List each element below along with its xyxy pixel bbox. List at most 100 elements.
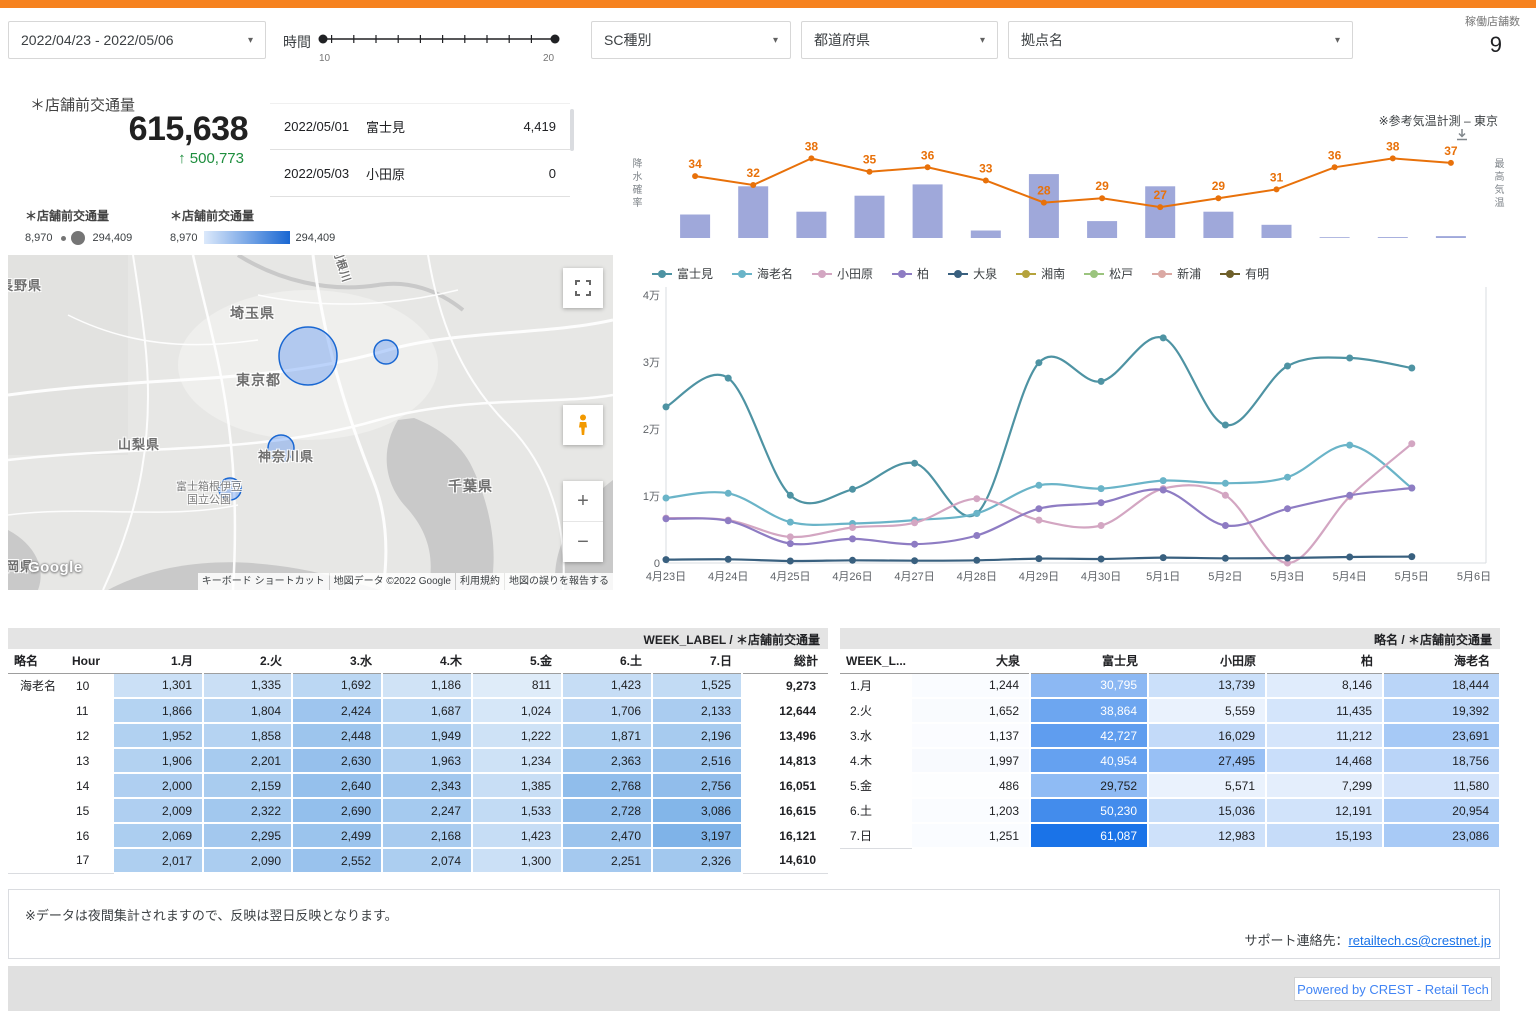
temp-label: 29 bbox=[1212, 179, 1226, 193]
powered-by-button[interactable]: Powered by CREST - Retail Tech bbox=[1294, 977, 1492, 1001]
zoom-in-button[interactable]: + bbox=[563, 481, 603, 521]
heatmap-cell: 23,086 bbox=[1383, 823, 1500, 848]
data-point bbox=[1408, 485, 1415, 492]
heatmap-cell: 5,571 bbox=[1148, 773, 1266, 798]
heatmap-cell: 5,559 bbox=[1148, 698, 1266, 723]
slider-handle-max[interactable] bbox=[551, 35, 560, 44]
heatmap-cell: 2,326 bbox=[652, 848, 742, 873]
heatmap-cell: 15,036 bbox=[1148, 798, 1266, 823]
heatmap-cell: 486 bbox=[912, 773, 1030, 798]
data-point bbox=[663, 495, 670, 502]
column-header[interactable]: 総計 bbox=[742, 649, 828, 673]
time-slider-filter[interactable]: 時間 10 20 bbox=[283, 21, 583, 67]
column-header[interactable]: 4.木 bbox=[382, 649, 472, 673]
column-header[interactable]: 柏 bbox=[1266, 649, 1383, 673]
heatmap-cell: 1,423 bbox=[562, 673, 652, 698]
heatmap-cell: 2,470 bbox=[562, 823, 652, 848]
group-label-cell bbox=[8, 823, 66, 848]
column-header[interactable]: 3.水 bbox=[292, 649, 382, 673]
group-label-cell bbox=[8, 798, 66, 823]
fullscreen-button[interactable] bbox=[563, 268, 603, 308]
data-point bbox=[1160, 334, 1167, 341]
row-label-cell: 1.月 bbox=[840, 673, 912, 698]
heatmap-cell: 1,137 bbox=[912, 723, 1030, 748]
prefecture-filter[interactable]: 都道府県 ▾ bbox=[801, 21, 998, 59]
column-header[interactable]: 小田原 bbox=[1148, 649, 1266, 673]
data-point bbox=[787, 492, 794, 499]
temp-point bbox=[1215, 195, 1221, 201]
scrollbar[interactable] bbox=[570, 109, 574, 151]
dashboard: 2022/04/23 - 2022/05/06 ▾ 時間 10 20 SC種別 … bbox=[0, 0, 1536, 1017]
column-header[interactable]: 海老名 bbox=[1383, 649, 1500, 673]
heatmap-cell: 2,363 bbox=[562, 748, 652, 773]
store-daily-table: 2022/05/01富士見4,4192022/05/03小田原0 bbox=[270, 103, 570, 197]
data-point bbox=[1222, 492, 1229, 499]
heatmap-cell: 2,756 bbox=[652, 773, 742, 798]
column-header[interactable]: 5.金 bbox=[472, 649, 562, 673]
store-bubble[interactable] bbox=[268, 435, 294, 461]
precip-bar bbox=[1320, 237, 1350, 238]
powered-by-label: Powered by CREST - Retail Tech bbox=[1297, 982, 1489, 997]
temp-point bbox=[1448, 160, 1454, 166]
data-point bbox=[1098, 499, 1105, 506]
chevron-down-icon: ▾ bbox=[980, 35, 985, 46]
top-accent-bar bbox=[0, 0, 1536, 8]
heatmap-cell: 1,949 bbox=[382, 723, 472, 748]
heatmap-cell: 7,299 bbox=[1266, 773, 1383, 798]
heatmap-cell: 2,768 bbox=[562, 773, 652, 798]
sc-type-filter[interactable]: SC種別 ▾ bbox=[591, 21, 791, 59]
data-point bbox=[1035, 482, 1042, 489]
color-legend-min: 8,970 bbox=[170, 232, 198, 244]
zoom-control: + − bbox=[563, 481, 603, 562]
store-bubble[interactable] bbox=[279, 327, 337, 385]
data-point bbox=[849, 535, 856, 542]
map[interactable]: 長野県埼玉県東京都山梨県神奈川県千葉県静岡県利根川 富士箱根伊豆国立公園 Goo… bbox=[8, 255, 613, 590]
heatmap-cell: 1,804 bbox=[203, 698, 292, 723]
slider-handle-min[interactable] bbox=[319, 35, 328, 44]
total-cell: 9,273 bbox=[742, 673, 828, 698]
heatmap-cell: 1,687 bbox=[382, 698, 472, 723]
color-scale-legend: ＊店舗前交通量 8,970 294,409 bbox=[170, 207, 335, 244]
table-row: 162,0692,2952,4992,1681,4232,4703,19716,… bbox=[8, 823, 828, 848]
temp-label: 38 bbox=[1386, 139, 1400, 153]
time-slider[interactable] bbox=[315, 23, 565, 57]
delta-value: 500,773 bbox=[190, 150, 244, 167]
heatmap-cell: 2,017 bbox=[114, 848, 203, 873]
column-header[interactable]: 2.火 bbox=[203, 649, 292, 673]
total-cell: 13,496 bbox=[742, 723, 828, 748]
y-axis-label: 4万 bbox=[643, 290, 660, 302]
heatmap-cell: 2,499 bbox=[292, 823, 382, 848]
x-axis-label: 4月29日 bbox=[1019, 571, 1059, 583]
column-header[interactable]: 富士見 bbox=[1030, 649, 1148, 673]
hour-cell: 10 bbox=[66, 673, 114, 698]
terms-link[interactable]: 利用規約 bbox=[456, 573, 504, 590]
data-point bbox=[849, 557, 856, 564]
column-header[interactable]: 1.月 bbox=[114, 649, 203, 673]
x-axis-label: 4月25日 bbox=[770, 571, 810, 583]
pegman-button[interactable] bbox=[563, 405, 603, 445]
y-axis-label: 1万 bbox=[643, 491, 660, 503]
keyboard-shortcuts-link[interactable]: キーボード ショートカット bbox=[198, 573, 329, 590]
site-filter[interactable]: 拠点名 ▾ bbox=[1008, 21, 1353, 59]
temp-label: 36 bbox=[921, 148, 935, 162]
column-header[interactable]: 略名 bbox=[8, 649, 66, 673]
column-header[interactable]: 7.日 bbox=[652, 649, 742, 673]
temp-label: 38 bbox=[805, 139, 819, 153]
heatmap-cell: 1,300 bbox=[472, 848, 562, 873]
precip-bar bbox=[1262, 225, 1292, 238]
zoom-out-button[interactable]: − bbox=[563, 522, 603, 562]
column-header[interactable]: 大泉 bbox=[912, 649, 1030, 673]
date-range-filter[interactable]: 2022/04/23 - 2022/05/06 ▾ bbox=[8, 21, 266, 59]
export-icon[interactable] bbox=[1455, 128, 1469, 142]
column-header[interactable]: WEEK_L... bbox=[840, 649, 912, 673]
map-data-text: 地図データ ©2022 Google bbox=[330, 573, 455, 590]
store-bubble[interactable] bbox=[374, 340, 398, 364]
support-email-link[interactable]: retailtech.cs@crestnet.jp bbox=[1348, 933, 1491, 948]
row-label-cell: 4.木 bbox=[840, 748, 912, 773]
heatmap-cell: 1,871 bbox=[562, 723, 652, 748]
table-row: 131,9062,2012,6301,9631,2342,3632,51614,… bbox=[8, 748, 828, 773]
report-error-link[interactable]: 地図の誤りを報告する bbox=[505, 573, 613, 590]
data-point bbox=[1222, 480, 1229, 487]
column-header[interactable]: 6.土 bbox=[562, 649, 652, 673]
column-header[interactable]: Hour bbox=[66, 649, 114, 673]
